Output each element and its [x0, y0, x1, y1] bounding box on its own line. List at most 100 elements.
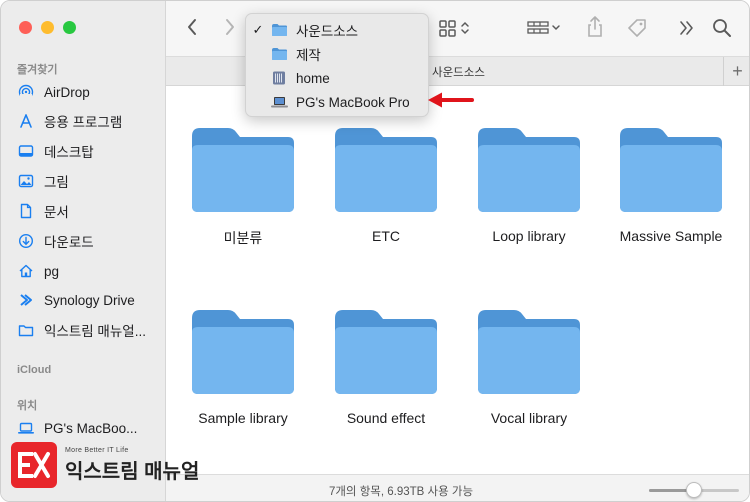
watermark-title: 익스트림 매뉴얼	[65, 460, 200, 483]
status-text: 7개의 항목, 6.93TB 사용 가능	[328, 486, 474, 498]
path-item-macbook-pro[interactable]: PG's MacBook Pro	[246, 90, 430, 114]
favorites-header: 즐겨찾기	[17, 64, 58, 76]
folder-icon	[192, 128, 294, 212]
folder-name: 미분류	[223, 230, 263, 246]
sidebar-item-pictures[interactable]: 그림	[17, 169, 165, 193]
sidebar-item-label: pg	[44, 263, 60, 279]
forward-button[interactable]	[224, 17, 236, 37]
airdrop-icon	[17, 83, 35, 101]
watermark: More Better IT Life 익스트림 매뉴얼	[11, 442, 199, 488]
icon-size-slider[interactable]	[649, 482, 739, 498]
laptop-icon	[17, 419, 35, 437]
path-item-label: home	[296, 70, 330, 86]
sidebar-item-synology-drive[interactable]: Synology Drive	[17, 288, 165, 312]
sidebar-item-label: Synology Drive	[44, 292, 135, 308]
sidebar-item-xtrememanual[interactable]: 익스트림 매뉴얼...	[17, 318, 165, 342]
new-tab-button[interactable]: +	[723, 57, 749, 86]
finder-window: 즐겨찾기 AirDrop 응용 프로그램 데스크탑 그림 문서 다운로드 pg …	[0, 0, 750, 502]
folder-icon	[17, 321, 35, 339]
close-window-button[interactable]	[19, 21, 32, 34]
view-mode-button[interactable]	[438, 18, 472, 38]
sidebar-item-home[interactable]: pg	[17, 259, 165, 283]
watermark-subtitle: More Better IT Life	[65, 446, 129, 454]
sidebar-item-label: 문서	[44, 205, 69, 220]
folder-name: ETC	[372, 228, 400, 244]
path-item-label: 제작	[296, 48, 321, 63]
status-bar: 7개의 항목, 6.93TB 사용 가능	[166, 474, 749, 501]
folder-item[interactable]: 미분류	[178, 126, 308, 248]
download-icon	[17, 232, 35, 250]
pictures-icon	[17, 172, 35, 190]
sidebar-item-airdrop[interactable]: AirDrop	[17, 80, 165, 104]
folder-item[interactable]: Massive Sample	[606, 126, 736, 244]
sidebar-item-label: 그림	[44, 175, 69, 190]
share-button[interactable]	[586, 15, 604, 39]
document-icon	[17, 202, 35, 220]
window-controls	[19, 21, 76, 34]
chevron-left-icon	[188, 19, 196, 35]
folder-name: Loop library	[492, 228, 566, 244]
folder-icon	[270, 21, 288, 39]
zoom-window-button[interactable]	[63, 21, 76, 34]
sidebar-item-desktop[interactable]: 데스크탑	[17, 139, 165, 163]
group-button[interactable]	[526, 18, 562, 38]
slider-knob[interactable]	[686, 482, 702, 498]
back-button[interactable]	[186, 17, 198, 37]
folder-item[interactable]: Loop library	[464, 126, 594, 244]
folder-item[interactable]: ETC	[321, 126, 451, 244]
more-button[interactable]	[678, 19, 694, 37]
folder-item[interactable]: Vocal library	[464, 308, 594, 426]
folder-name: Massive Sample	[619, 228, 723, 244]
group-icon	[527, 21, 560, 34]
tag-button[interactable]	[626, 17, 648, 39]
search-icon	[713, 19, 731, 37]
folder-name: Sample library	[198, 410, 288, 426]
sidebar-item-label: PG's MacBoo...	[44, 420, 138, 436]
sidebar-item-applications[interactable]: 응용 프로그램	[17, 109, 165, 133]
sidebar-item-documents[interactable]: 문서	[17, 199, 165, 223]
watermark-logo	[11, 442, 57, 488]
checkmark-icon: ✓	[252, 22, 264, 37]
share-icon	[588, 16, 602, 37]
path-item-production[interactable]: 제작	[246, 42, 430, 66]
tag-icon	[628, 19, 646, 37]
home-icon	[17, 262, 35, 280]
folder-item[interactable]: Sound effect	[321, 308, 451, 426]
search-button[interactable]	[712, 18, 732, 38]
folder-icon	[335, 310, 437, 394]
grid-view-icon	[439, 20, 469, 37]
tab-sound-source[interactable]: 사운드소스	[432, 64, 485, 80]
desktop-icon	[17, 142, 35, 160]
server-icon	[270, 69, 288, 87]
path-item-sound-source[interactable]: ✓ 사운드소스	[246, 18, 430, 42]
sidebar-item-label: 익스트림 매뉴얼...	[44, 324, 146, 339]
sidebar-item-label: 데스크탑	[44, 145, 94, 160]
synology-drive-icon	[17, 291, 35, 309]
folder-icon	[478, 310, 580, 394]
sidebar-item-downloads[interactable]: 다운로드	[17, 229, 165, 253]
sidebar-item-label: AirDrop	[44, 84, 90, 100]
sidebar-item-label: 응용 프로그램	[44, 115, 123, 130]
icloud-header: iCloud	[17, 364, 52, 376]
path-dropdown-menu: ✓ 사운드소스 제작 home PG's MacBook Pro	[245, 13, 429, 117]
folder-icon	[478, 128, 580, 212]
watermark-text: More Better IT Life 익스트림 매뉴얼	[65, 447, 199, 484]
laptop-icon	[270, 93, 288, 111]
path-item-label: PG's MacBook Pro	[296, 94, 410, 110]
folder-icon	[335, 128, 437, 212]
annotation-arrow-icon	[428, 92, 474, 108]
folder-icon	[620, 128, 722, 212]
folder-name: Sound effect	[346, 410, 426, 426]
sidebar-item-macbook[interactable]: PG's MacBoo...	[17, 416, 165, 440]
folder-name: Vocal library	[490, 410, 568, 426]
folder-item[interactable]: Sample library	[178, 308, 308, 426]
folder-icon	[270, 45, 288, 63]
path-item-label: 사운드소스	[296, 24, 359, 39]
applications-icon	[17, 112, 35, 130]
minimize-window-button[interactable]	[41, 21, 54, 34]
path-item-home[interactable]: home	[246, 66, 430, 90]
sidebar-item-label: 다운로드	[44, 235, 94, 250]
sidebar: 즐겨찾기 AirDrop 응용 프로그램 데스크탑 그림 문서 다운로드 pg …	[1, 1, 166, 501]
chevron-right-icon	[226, 19, 234, 35]
chevron-double-right-icon	[680, 21, 693, 35]
